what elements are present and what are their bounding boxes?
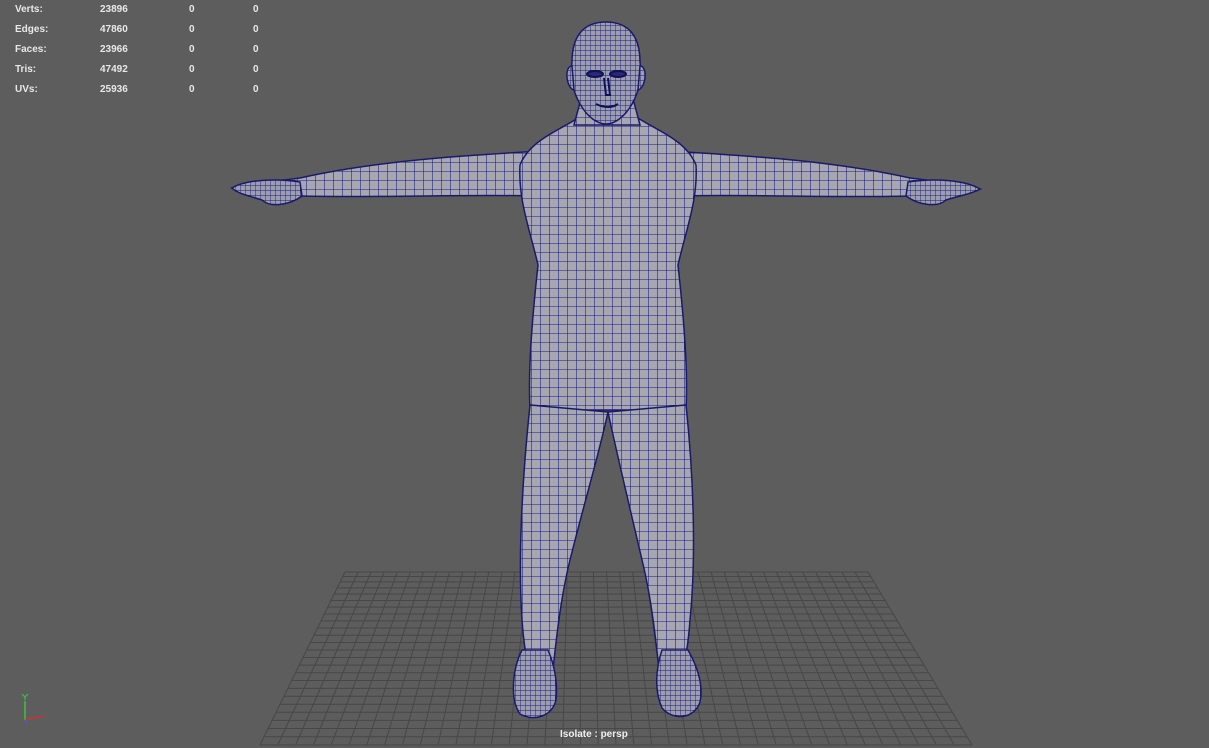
hud-row-verts: Verts: 23896 0 0 (15, 0, 275, 20)
hud-row-tris: Tris: 47492 0 0 (15, 60, 275, 80)
torso (519, 117, 697, 411)
grid-line (789, 571, 866, 746)
hud-label: Tris: (15, 64, 37, 75)
right-foot (656, 649, 702, 718)
grid-line (854, 571, 955, 746)
hud-total: 47860 (100, 24, 128, 35)
hud-selected: 0 (189, 4, 195, 15)
grid-line (437, 571, 477, 746)
grid-line (259, 571, 346, 746)
ground-grid (259, 571, 973, 746)
grid-line (419, 571, 464, 746)
grid-line (330, 571, 398, 746)
character-mesh[interactable] (229, 21, 983, 719)
hud-selected: 0 (189, 64, 195, 75)
hud-selected: 0 (189, 24, 195, 35)
hud-total: 23966 (100, 44, 128, 55)
hud-extra: 0 (253, 44, 259, 55)
isolate-status-label: Isolate : persp (560, 729, 628, 740)
grid-line (455, 571, 490, 746)
hud-extra: 0 (253, 84, 259, 95)
grid-line (841, 571, 937, 746)
grid-line (490, 571, 516, 746)
hud-row-edges: Edges: 47860 0 0 (15, 20, 275, 40)
grid-line (277, 571, 359, 746)
hud-total: 23896 (100, 4, 128, 15)
grid-line (473, 571, 503, 746)
right-leg (607, 404, 695, 681)
hud-label: UVs: (15, 84, 38, 95)
grid-line (295, 571, 372, 746)
left-ear (566, 65, 575, 91)
grid-line (312, 571, 385, 746)
axis-x-line (24, 715, 45, 721)
grid-line (736, 571, 795, 746)
grid-line (562, 571, 568, 746)
grid-line (401, 571, 451, 746)
hud-total: 25936 (100, 84, 128, 95)
hud-total: 47492 (100, 64, 128, 75)
grid-line (592, 571, 599, 746)
grid-line (348, 571, 411, 746)
scene-canvas[interactable] (0, 0, 1209, 748)
hud-label: Verts: (15, 4, 43, 15)
grid-line (366, 571, 424, 746)
hud-label: Edges: (15, 24, 49, 35)
poly-count-hud: Verts: 23896 0 0 Edges: 47860 0 0 Faces:… (15, 0, 275, 100)
grid-line (384, 571, 438, 746)
right-ear (637, 65, 646, 91)
axis-y-letter (21, 694, 29, 700)
grid-line (749, 571, 813, 746)
grid-line (632, 571, 653, 746)
hud-label: Faces: (15, 44, 47, 55)
hud-extra: 0 (253, 64, 259, 75)
hud-selected: 0 (189, 44, 195, 55)
perspective-viewport[interactable]: Verts: 23896 0 0 Edges: 47860 0 0 Faces:… (0, 0, 1209, 748)
grid-line (815, 571, 902, 746)
hud-extra: 0 (253, 24, 259, 35)
grid-line (710, 571, 759, 746)
xyz-axis-icon (21, 694, 45, 724)
grid-line (723, 571, 777, 746)
hud-extra: 0 (253, 4, 259, 15)
right-hand (905, 179, 982, 206)
hud-selected: 0 (189, 84, 195, 95)
grid-line (762, 571, 831, 746)
grid-line (606, 571, 617, 746)
grid-line (697, 571, 742, 746)
grid-line (619, 571, 635, 746)
axis-z-line (24, 719, 28, 724)
grid-line (867, 571, 973, 746)
left-hand (230, 179, 303, 206)
hud-row-uvs: UVs: 25936 0 0 (15, 80, 275, 100)
hud-row-faces: Faces: 23966 0 0 (15, 40, 275, 60)
grid-line (776, 571, 848, 746)
grid-line (802, 571, 884, 746)
left-foot (512, 649, 558, 719)
